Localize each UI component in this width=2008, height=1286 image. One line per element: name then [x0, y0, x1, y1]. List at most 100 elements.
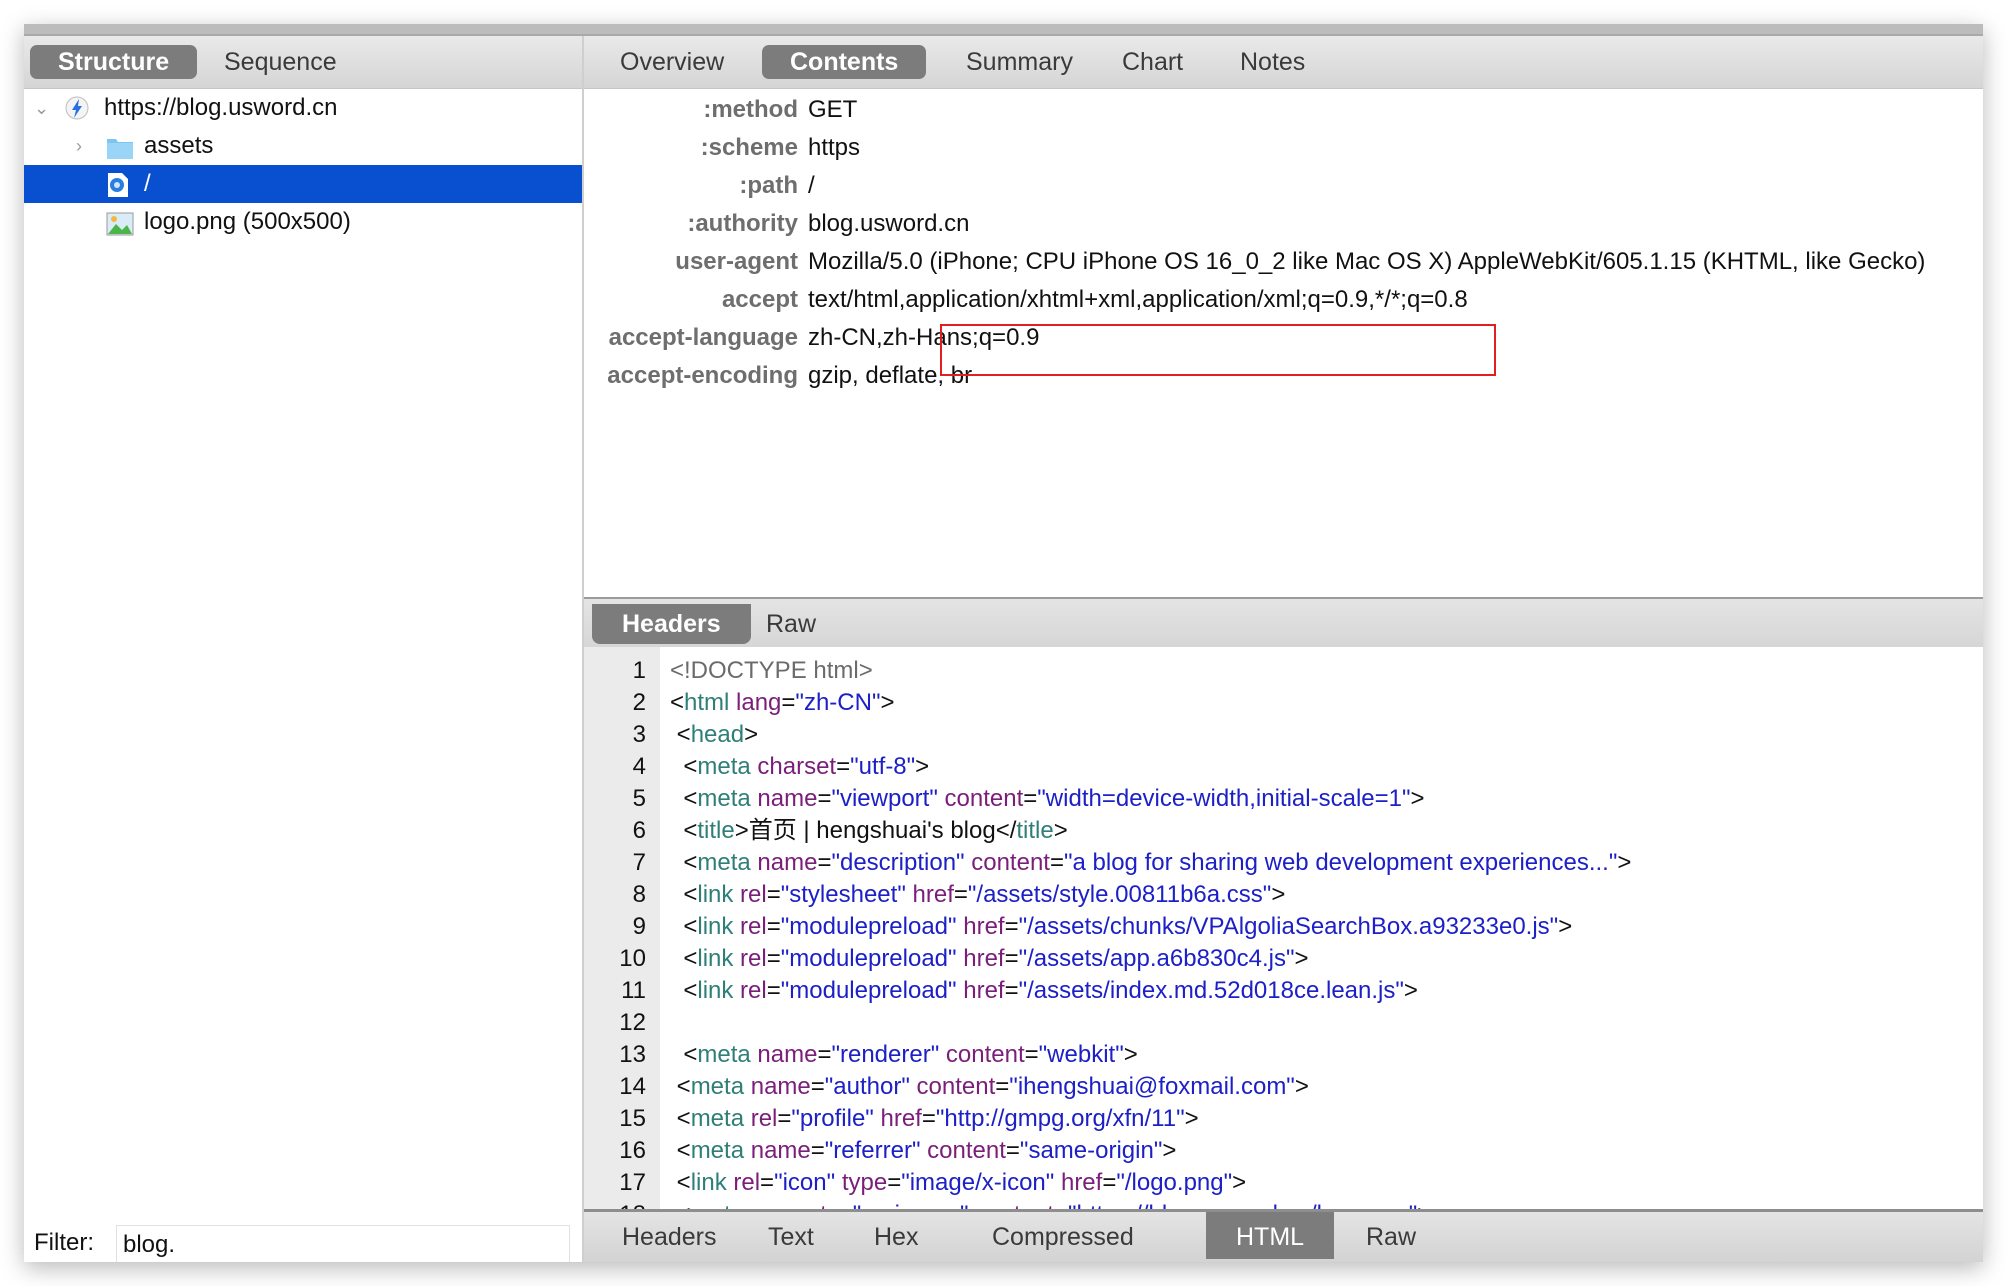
code-token: name	[750, 1137, 811, 1164]
tab-response-raw[interactable]: Raw	[1336, 1212, 1446, 1259]
code-token: "modulepreload"	[780, 977, 957, 1004]
code-token: =	[1024, 1041, 1039, 1068]
code-token: <!DOCTYPE html>	[670, 657, 873, 684]
tab-response-compressed[interactable]: Compressed	[962, 1212, 1164, 1259]
filter-bar: Filter: blog.	[24, 1220, 582, 1262]
chevron-down-icon[interactable]: ⌄	[34, 89, 49, 127]
tab-overview[interactable]: Overview	[592, 45, 752, 79]
line-number: 5	[632, 785, 646, 812]
tab-response-text[interactable]: Text	[738, 1212, 844, 1259]
header-name: :authority	[687, 210, 798, 237]
code-token: "renderer"	[831, 1041, 940, 1068]
code-token: >首页 | hengshuai's blog</	[734, 817, 1017, 844]
line-number: 16	[619, 1137, 646, 1164]
code-text: <title>首页 | hengshuai's blog</title>	[670, 815, 1067, 847]
line-number: 2	[632, 689, 646, 716]
tree-item-assets[interactable]: › assets	[24, 127, 582, 165]
code-token: <	[670, 721, 691, 748]
code-token: "utf-8"	[850, 753, 916, 780]
code-token: >	[1162, 1137, 1177, 1164]
code-token: >	[1403, 977, 1418, 1004]
code-token: <	[670, 945, 698, 972]
code-token: >	[1232, 1169, 1247, 1196]
tree-item-host[interactable]: ⌄ https://blog.usword.cn	[24, 89, 582, 127]
tab-sequence[interactable]: Sequence	[196, 45, 365, 79]
line-number: 9	[632, 913, 646, 940]
code-token: >	[744, 721, 759, 748]
code-token: link	[697, 977, 734, 1004]
code-token: =	[766, 913, 781, 940]
code-token: "author"	[824, 1073, 910, 1100]
header-value: https	[808, 134, 861, 161]
tab-request-raw[interactable]: Raw	[736, 604, 846, 644]
tab-notes[interactable]: Notes	[1212, 45, 1333, 79]
request-subtab-strip: Headers Raw	[584, 599, 1983, 647]
code-token: "/assets/app.a6b830c4.js"	[1018, 945, 1295, 972]
code-token: title	[1016, 817, 1054, 844]
code-token: "/assets/index.md.52d018ce.lean.js"	[1018, 977, 1404, 1004]
code-token: html	[684, 689, 730, 716]
code-token: =	[1005, 1137, 1020, 1164]
code-text: <meta name="referrer" content="same-orig…	[670, 1135, 1177, 1167]
html-document-icon	[106, 172, 132, 197]
code-token: =	[810, 1137, 825, 1164]
header-row: accept text/html,application/xhtml+xml,ap…	[584, 281, 1468, 319]
code-token: href	[912, 881, 954, 908]
tab-summary[interactable]: Summary	[938, 45, 1101, 79]
code-token: "modulepreload"	[780, 913, 957, 940]
tree-item-root-path[interactable]: /	[24, 165, 582, 203]
code-text: <link rel="modulepreload" href="/assets/…	[670, 911, 1572, 943]
tab-chart[interactable]: Chart	[1094, 45, 1211, 79]
top-tab-strip: Overview Contents Summary Chart Notes	[584, 36, 1983, 89]
code-token: <	[670, 1169, 691, 1196]
code-token: href	[963, 977, 1005, 1004]
detail-pane: Overview Contents Summary Chart Notes :m…	[584, 36, 1983, 1262]
tree-item-label: /	[144, 170, 151, 197]
code-token: <	[670, 785, 698, 812]
tab-response-html[interactable]: HTML	[1206, 1212, 1335, 1259]
app-window: Structure Sequence ⌄ https://blog.usword…	[24, 24, 1983, 1262]
code-token: "same-origin"	[1019, 1137, 1163, 1164]
filter-input[interactable]: blog.	[116, 1225, 570, 1262]
tab-response-hex[interactable]: Hex	[844, 1212, 948, 1259]
tab-request-headers[interactable]: Headers	[592, 604, 751, 644]
code-token: rel	[750, 1105, 778, 1132]
line-number: 6	[632, 817, 646, 844]
header-name: :scheme	[700, 134, 798, 161]
code-token: =	[1102, 1169, 1117, 1196]
code-token: >	[880, 689, 895, 716]
annotation-highlight-box	[940, 324, 1496, 376]
header-row: accept-encoding gzip, deflate, br	[584, 357, 972, 395]
code-token: =	[810, 1073, 825, 1100]
code-text: <html lang="zh-CN">	[670, 687, 894, 719]
code-token: =	[781, 689, 796, 716]
code-token: title	[697, 817, 735, 844]
code-text: <link rel="stylesheet" href="/assets/sty…	[670, 879, 1285, 911]
code-token: rel	[740, 913, 767, 940]
header-value: /	[808, 172, 815, 199]
header-row: user-agent Mozilla/5.0 (iPhone; CPU iPhon…	[584, 243, 1925, 281]
tab-response-headers[interactable]: Headers	[592, 1212, 747, 1259]
code-token: =	[766, 945, 781, 972]
code-token: <	[670, 849, 698, 876]
code-token: <	[670, 817, 698, 844]
tab-structure[interactable]: Structure	[30, 45, 198, 79]
code-token: charset	[757, 753, 837, 780]
window-top-border	[24, 24, 1983, 36]
chevron-right-icon[interactable]: ›	[76, 127, 82, 165]
code-token: meta	[690, 1105, 745, 1132]
tree-item-logo[interactable]: logo.png (500x500)	[24, 203, 582, 241]
code-token: meta	[697, 1041, 751, 1068]
code-token: "ihengshuai@foxmail.com"	[1009, 1073, 1295, 1100]
code-text: <link rel="modulepreload" href="/assets/…	[670, 943, 1308, 975]
code-token: =	[817, 785, 832, 812]
code-token: "webkit"	[1038, 1041, 1124, 1068]
code-token: "viewport"	[831, 785, 938, 812]
line-number: 13	[619, 1041, 646, 1068]
code-token: =	[1004, 945, 1019, 972]
code-token: =	[953, 881, 968, 908]
tab-contents[interactable]: Contents	[762, 45, 927, 79]
code-token: "width=device-width,initial-scale=1"	[1037, 785, 1411, 812]
